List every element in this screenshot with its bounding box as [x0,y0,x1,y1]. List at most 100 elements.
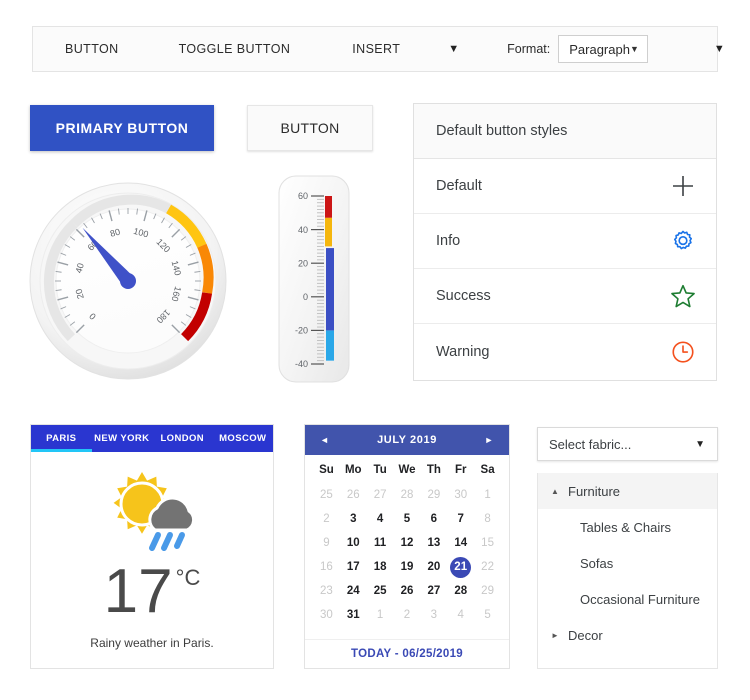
flat-button[interactable]: BUTTON [247,105,373,151]
fabric-tree-item-tables-chairs[interactable]: Tables & Chairs [538,509,717,545]
weather-icon-svg [113,472,196,551]
calendar-day-number: 4 [457,609,464,621]
primary-button[interactable]: PRIMARY BUTTON [30,105,214,151]
calendar-day[interactable]: 2 [313,508,340,530]
calendar-day[interactable]: 15 [474,532,501,554]
calendar-day-number: 25 [320,489,333,501]
calendar-day[interactable]: 20 [420,556,447,578]
clock-icon[interactable] [670,339,696,365]
calendar-day[interactable]: 23 [313,580,340,602]
calendar-day-number: 8 [484,513,491,525]
calendar-day[interactable]: 22 [474,556,501,578]
calendar-day[interactable]: 5 [394,508,421,530]
star-icon-svg [671,284,695,308]
calendar-day[interactable]: 29 [474,580,501,602]
calendar-day[interactable]: 13 [420,532,447,554]
triangle-up-icon[interactable]: ▲ [546,487,564,496]
calendar-day[interactable]: 29 [420,484,447,506]
calendar-day-number: 29 [481,585,494,597]
svg-text:-20: -20 [295,326,308,336]
calendar-day[interactable]: 14 [447,532,474,554]
calendar-day[interactable]: 1 [367,604,394,626]
calendar-day[interactable]: 5 [474,604,501,626]
calendar-day[interactable]: 27 [420,580,447,602]
calendar-day-number: 14 [454,537,468,549]
list-item-info[interactable]: Info [414,214,716,269]
calendar-day-number: 16 [320,561,333,573]
calendar-day[interactable]: 19 [394,556,421,578]
calendar-day[interactable]: 3 [420,604,447,626]
calendar-day-number: 11 [374,537,387,549]
gear-icon-svg [673,230,693,250]
plus-icon[interactable] [670,173,696,199]
weather-tabs: PARIS NEW YORK LONDON MOSCOW [31,425,273,452]
overflow-chevron-down-icon[interactable]: ▼ [706,38,733,61]
calendar-dow-sa: Sa [480,464,495,476]
calendar-day[interactable]: 18 [367,556,394,578]
calendar-day-number: 1 [484,489,491,501]
calendar-day-number: 15 [481,537,494,549]
star-icon[interactable] [670,283,696,309]
calendar-day[interactable]: 31 [340,604,367,626]
calendar-widget: ◄ JULY 2019 ► Su Mo Tu We Th Fr Sa 25 26 27 28 29 30… [304,424,510,669]
chevron-down-icon[interactable]: ▼ [440,38,467,61]
calendar-day[interactable]: 24 [340,580,367,602]
calendar-day[interactable]: 7 [447,508,474,530]
triangle-right-icon[interactable]: ► [546,631,564,640]
calendar-day[interactable]: 16 [313,556,340,578]
weather-temp-unit: °C [175,565,201,590]
calendar-day[interactable]: 25 [313,484,340,506]
calendar-day[interactable]: 3 [340,508,367,530]
calendar-day[interactable]: 17 [340,556,367,578]
weather-tab-paris[interactable]: PARIS [31,425,92,452]
calendar-day-number: 26 [400,585,414,597]
prev-month-icon[interactable]: ◄ [315,434,335,447]
calendar-day-number: 28 [454,585,468,597]
calendar-day[interactable]: 10 [340,532,367,554]
weather-tab-london[interactable]: LONDON [152,425,213,452]
toolbar-insert-button[interactable]: INSERT [342,34,410,64]
calendar-day[interactable]: 28 [394,484,421,506]
fabric-tree-item-decor[interactable]: ► Decor [538,617,717,653]
calendar-day[interactable]: 25 [367,580,394,602]
fabric-tree-item-sofas[interactable]: Sofas [538,545,717,581]
calendar-day[interactable]: 2 [394,604,421,626]
calendar-day[interactable]: 30 [313,604,340,626]
calendar-day[interactable]: 4 [367,508,394,530]
calendar-day[interactable]: 8 [474,508,501,530]
calendar-day[interactable]: 26 [340,484,367,506]
calendar-day[interactable]: 11 [367,532,394,554]
calendar-day[interactable]: 1 [474,484,501,506]
app-root: BUTTON TOGGLE BUTTON INSERT ▼ Format: Pa… [0,0,750,700]
calendar-day[interactable]: 9 [313,532,340,554]
calendar-day-selected[interactable]: 21 [447,556,474,578]
calendar-day-number: 29 [427,489,441,501]
list-item-label: Warning [436,343,490,360]
list-item-success[interactable]: Success [414,269,716,324]
fabric-select[interactable]: Select fabric... ▼ [537,427,718,461]
weather-tab-new-york[interactable]: NEW YORK [92,425,153,452]
calendar-day[interactable]: 6 [420,508,447,530]
weather-tab-moscow[interactable]: MOSCOW [213,425,274,452]
toolbar-button[interactable]: BUTTON [55,34,129,64]
calendar-day[interactable]: 28 [447,580,474,602]
calendar-day[interactable]: 30 [447,484,474,506]
calendar-day-number: 13 [427,537,441,549]
gear-icon[interactable] [670,228,696,254]
toolbar-toggle-button[interactable]: TOGGLE BUTTON [169,34,301,64]
calendar-day[interactable]: 26 [394,580,421,602]
next-month-icon[interactable]: ► [479,434,499,447]
calendar-day[interactable]: 27 [367,484,394,506]
fabric-tree-item-furniture[interactable]: ▲ Furniture [538,473,717,509]
calendar-day-number: 1 [376,609,384,621]
list-item-warning[interactable]: Warning [414,324,716,379]
format-select[interactable]: Paragraph ▼ [558,35,648,63]
calendar-day-number: 3 [350,513,357,525]
chevron-down-icon: ▼ [629,44,639,54]
calendar-day[interactable]: 4 [447,604,474,626]
calendar-day[interactable]: 12 [394,532,421,554]
fabric-tree-item-occasional-furniture[interactable]: Occasional Furniture [538,581,717,617]
calendar-day-number: 25 [373,585,387,597]
list-item-default[interactable]: Default [414,159,716,214]
calendar-today-link[interactable]: TODAY - 06/25/2019 [305,639,509,668]
